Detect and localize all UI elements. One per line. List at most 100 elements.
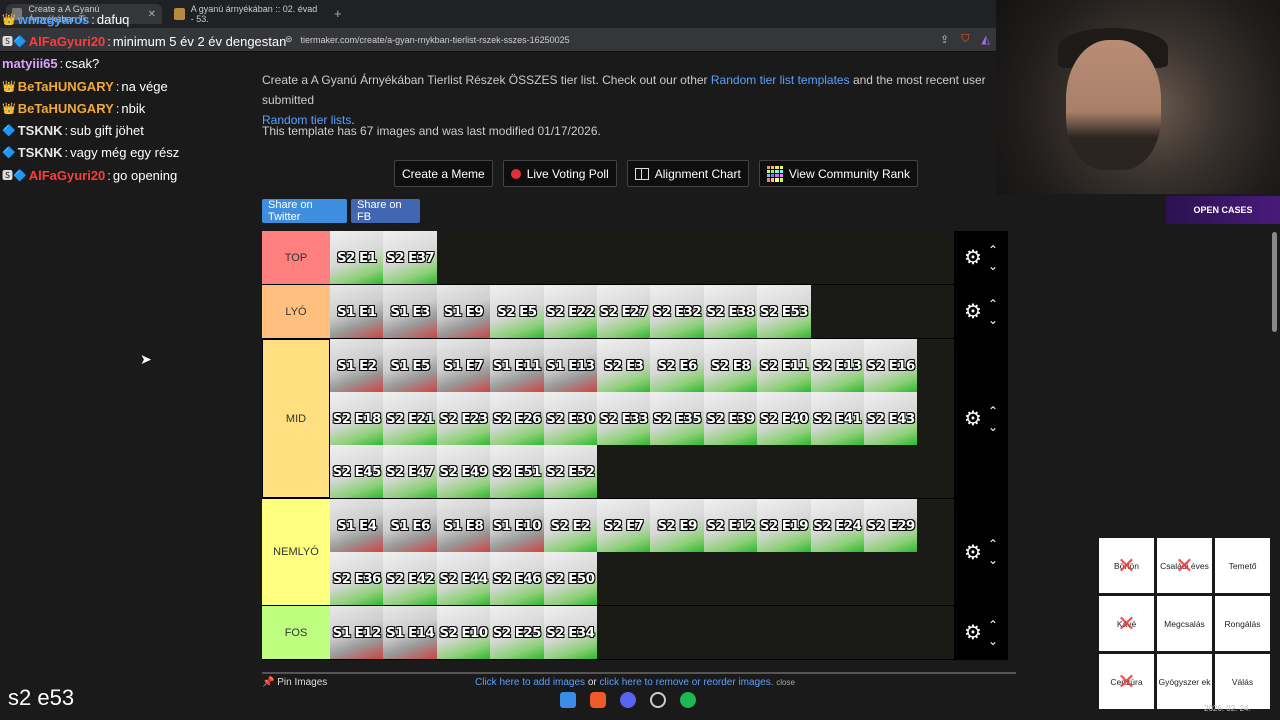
episode-tile[interactable]: S2 E33 <box>596 392 651 445</box>
tier-label[interactable]: NEMLYÓ <box>262 499 330 605</box>
pin-images-toggle[interactable]: 📌 Pin Images <box>262 677 327 688</box>
episode-tile[interactable]: S1 E4 <box>330 499 384 552</box>
episode-tile[interactable]: S2 E46 <box>490 552 544 605</box>
episode-tile[interactable]: S2 E19 <box>757 499 811 552</box>
move-tier-down-icon[interactable]: ⌄ <box>988 554 998 566</box>
episode-tile[interactable]: S2 E34 <box>543 606 597 659</box>
episode-tile[interactable]: S2 E37 <box>383 231 437 284</box>
episode-tile[interactable]: S2 E13 <box>810 339 864 392</box>
episode-tile[interactable]: S1 E10 <box>490 499 544 552</box>
episode-tile[interactable]: S2 E21 <box>383 392 437 445</box>
episode-tile[interactable]: S2 E27 <box>596 285 651 338</box>
episode-tile[interactable]: S2 E47 <box>383 445 437 498</box>
share-fb-button[interactable]: Share on FB <box>351 199 420 223</box>
tier-settings-gear-icon[interactable]: ⚙ <box>964 620 982 645</box>
episode-tile[interactable]: S1 E14 <box>383 606 437 659</box>
episode-tile[interactable]: S1 E2 <box>330 339 384 392</box>
episode-tile[interactable]: S2 E22 <box>543 285 597 338</box>
move-tier-up-icon[interactable]: ⌃ <box>988 538 998 550</box>
move-tier-down-icon[interactable]: ⌄ <box>988 260 998 272</box>
episode-tile[interactable]: S1 E3 <box>383 285 437 338</box>
episode-tile[interactable]: S2 E39 <box>703 392 758 445</box>
episode-tile[interactable]: S2 E10 <box>436 606 491 659</box>
episode-tile[interactable]: S2 E53 <box>757 285 811 338</box>
episode-tile[interactable]: S2 E40 <box>757 392 811 445</box>
episode-tile[interactable]: S2 E3 <box>596 339 651 392</box>
tier-label[interactable]: LYÓ <box>262 285 330 338</box>
move-tier-down-icon[interactable]: ⌄ <box>988 421 998 433</box>
episode-tile[interactable]: S2 E23 <box>436 392 491 445</box>
episode-tile[interactable]: S2 E9 <box>650 499 704 552</box>
move-tier-up-icon[interactable]: ⌃ <box>988 298 998 310</box>
episode-tile[interactable]: S2 E42 <box>383 552 437 605</box>
rewards-icon[interactable]: ◭ <box>982 33 990 46</box>
episode-tile[interactable]: S2 E26 <box>490 392 544 445</box>
tier-items[interactable]: S1 E12 S1 E14 S2 E10 S2 E25 S2 E34 <box>330 606 954 659</box>
episode-tile[interactable]: S2 E29 <box>863 499 918 552</box>
close-link[interactable]: close <box>776 678 795 687</box>
episode-tile[interactable]: S2 E6 <box>650 339 704 392</box>
episode-tile[interactable]: S2 E38 <box>703 285 758 338</box>
tier-settings-gear-icon[interactable]: ⚙ <box>964 245 982 270</box>
episode-tile[interactable]: S1 E8 <box>436 499 491 552</box>
episode-tile[interactable]: S2 E45 <box>330 445 384 498</box>
move-tier-down-icon[interactable]: ⌄ <box>988 635 998 647</box>
brave-browser-icon[interactable] <box>590 692 606 708</box>
discord-icon[interactable] <box>620 692 636 708</box>
community-rank-button[interactable]: View Community Rank <box>758 160 918 187</box>
move-tier-up-icon[interactable]: ⌃ <box>988 619 998 631</box>
episode-tile[interactable]: S2 E43 <box>863 392 918 445</box>
episode-tile[interactable]: S2 E7 <box>596 499 651 552</box>
episode-tile[interactable]: S2 E52 <box>543 445 597 498</box>
episode-tile[interactable]: S2 E49 <box>436 445 491 498</box>
remove-images-link[interactable]: click here to remove or reorder images. <box>600 677 774 688</box>
episode-tile[interactable]: S2 E36 <box>330 552 384 605</box>
brave-shield-icon[interactable]: ⛉ <box>961 33 969 46</box>
move-tier-up-icon[interactable]: ⌃ <box>988 244 998 256</box>
tier-items[interactable]: S1 E4 S1 E6 S1 E8 S1 E10 S2 E2 S2 E7 S2 E9 S2 E… <box>330 499 954 605</box>
live-voting-poll-button[interactable]: Live Voting Poll <box>502 160 617 187</box>
episode-tile[interactable]: S1 E9 <box>436 285 491 338</box>
episode-tile[interactable]: S1 E1 <box>330 285 384 338</box>
episode-tile[interactable]: S1 E5 <box>383 339 437 392</box>
obs-icon[interactable] <box>650 692 666 708</box>
spotify-icon[interactable] <box>680 692 696 708</box>
episode-tile[interactable]: S2 E30 <box>543 392 597 445</box>
episode-tile[interactable]: S2 E41 <box>810 392 864 445</box>
move-tier-up-icon[interactable]: ⌃ <box>988 405 998 417</box>
alignment-chart-button[interactable]: Alignment Chart <box>626 160 749 187</box>
episode-tile[interactable]: S2 E8 <box>703 339 758 392</box>
episode-tile[interactable]: S1 E13 <box>543 339 597 392</box>
share-icon[interactable]: ⇪ <box>940 33 949 46</box>
create-meme-button[interactable]: Create a Meme <box>394 160 493 187</box>
episode-tile[interactable]: S2 E5 <box>490 285 544 338</box>
episode-tile[interactable]: S2 E51 <box>490 445 544 498</box>
episode-tile[interactable]: S2 E11 <box>757 339 811 392</box>
episode-tile[interactable]: S2 E25 <box>490 606 544 659</box>
tier-settings-gear-icon[interactable]: ⚙ <box>964 406 982 431</box>
episode-tile[interactable]: S2 E50 <box>543 552 597 605</box>
episode-tile[interactable]: S2 E12 <box>703 499 758 552</box>
new-tab-icon[interactable]: + <box>334 6 342 21</box>
move-tier-down-icon[interactable]: ⌄ <box>988 314 998 326</box>
episode-tile[interactable]: S2 E2 <box>543 499 597 552</box>
episode-tile[interactable]: S2 E44 <box>436 552 491 605</box>
episode-tile[interactable]: S2 E18 <box>330 392 384 445</box>
episode-tile[interactable]: S2 E16 <box>863 339 918 392</box>
episode-tile[interactable]: S2 E35 <box>650 392 704 445</box>
episode-tile[interactable]: S1 E12 <box>330 606 384 659</box>
windows-start-icon[interactable] <box>560 692 576 708</box>
episode-tile[interactable]: S2 E32 <box>650 285 704 338</box>
scroll-thumb[interactable] <box>1272 232 1277 332</box>
tier-label[interactable]: MID <box>262 339 330 498</box>
episode-tile[interactable]: S2 E1 <box>330 231 384 284</box>
tier-settings-gear-icon[interactable]: ⚙ <box>964 299 982 324</box>
episode-tile[interactable]: S1 E11 <box>490 339 544 392</box>
add-images-link[interactable]: Click here to add images <box>475 677 585 688</box>
share-twitter-button[interactable]: Share on Twitter <box>262 199 347 223</box>
tier-label[interactable]: FOS <box>262 606 330 659</box>
page-scrollbar[interactable] <box>1270 224 1280 690</box>
tier-items[interactable]: S2 E1 S2 E37 <box>330 231 954 284</box>
tier-items[interactable]: S1 E2 S1 E5 S1 E7 S1 E11 S1 E13 S2 E3 S2 E6 S2 … <box>330 339 954 498</box>
tier-items[interactable]: S1 E1 S1 E3 S1 E9 S2 E5 S2 E22 S2 E27 S2 E32 S2… <box>330 285 954 338</box>
